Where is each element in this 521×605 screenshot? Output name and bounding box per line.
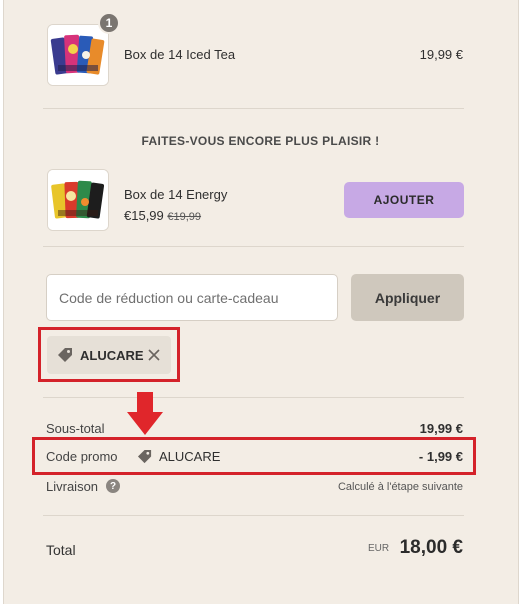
subtotal-label: Sous-total: [46, 421, 105, 436]
energy-box-picture: [48, 170, 108, 230]
divider-1: [43, 108, 464, 109]
help-icon[interactable]: ?: [106, 479, 120, 493]
divider-3: [43, 397, 464, 398]
cart-item-name: Box de 14 Iced Tea: [124, 47, 236, 62]
divider-2: [43, 246, 464, 247]
upsell-price-row: €15,99 €19,99: [124, 208, 201, 223]
iced-tea-product-image: [47, 24, 109, 86]
shipping-value: Calculé à l'étape suivante: [337, 481, 463, 493]
upsell-heading: FAITES-VOUS ENCORE PLUS PLAISIR !: [141, 134, 380, 148]
apply-discount-button[interactable]: Appliquer: [351, 274, 464, 321]
red-arrow-down-icon: [127, 392, 163, 435]
total-currency: EUR: [368, 542, 390, 554]
total-value: 18,00 €: [399, 537, 463, 558]
shipping-label: Livraison: [46, 479, 99, 494]
cart-item-price: 19,99 €: [419, 47, 463, 62]
upsell-product-name: Box de 14 Energy: [124, 187, 228, 202]
iced-tea-box-picture: [48, 25, 108, 85]
promo-highlight-box: [32, 437, 476, 475]
add-upsell-button[interactable]: AJOUTER: [344, 182, 464, 218]
divider-4: [43, 515, 464, 516]
discount-code-input[interactable]: [46, 274, 338, 321]
subtotal-value: 19,99 €: [419, 421, 463, 436]
total-label: Total: [46, 542, 76, 558]
upsell-current-price: €15,99: [124, 208, 164, 223]
cart-quantity-badge: 1: [98, 12, 120, 34]
chip-highlight-box: [38, 327, 180, 382]
total-row: EUR 18,00 €: [368, 537, 463, 559]
energy-product-image: [47, 169, 109, 231]
upsell-old-price: €19,99: [167, 211, 202, 223]
